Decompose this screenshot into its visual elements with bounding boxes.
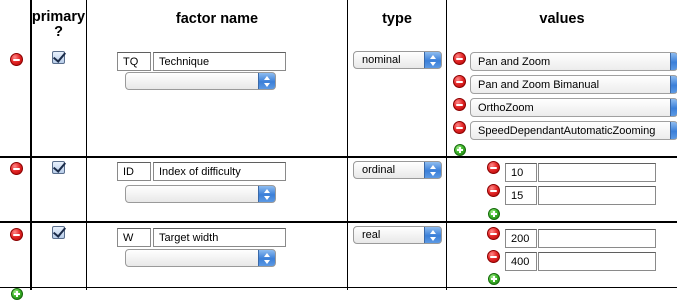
- primary-checkbox[interactable]: [52, 226, 65, 239]
- add-value-button[interactable]: [488, 208, 500, 220]
- header-primary-label: primary: [31, 9, 86, 25]
- add-value-button[interactable]: [454, 144, 466, 156]
- remove-value-button[interactable]: [487, 227, 500, 240]
- factor-parent-select[interactable]: [125, 185, 276, 203]
- factor-parent-select[interactable]: [125, 249, 276, 267]
- factor-name-field[interactable]: Technique: [153, 52, 286, 71]
- remove-value-button[interactable]: [487, 184, 500, 197]
- column-divider-type-right: [446, 0, 447, 290]
- header-type: type: [382, 11, 412, 27]
- value-select[interactable]: SpeedDependantAutomaticZooming: [470, 121, 677, 140]
- factor-code-field[interactable]: TQ: [117, 52, 151, 71]
- updown-arrows-icon: [670, 53, 677, 70]
- value-select[interactable]: OrthoZoom: [470, 98, 677, 117]
- value-select[interactable]: Pan and Zoom: [470, 52, 677, 71]
- add-factor-button[interactable]: [11, 288, 23, 300]
- type-select[interactable]: real: [353, 226, 442, 244]
- type-select-value: ordinal: [362, 164, 396, 176]
- updown-arrows-icon: [424, 52, 441, 68]
- type-select[interactable]: ordinal: [353, 161, 442, 179]
- value-select[interactable]: Pan and Zoom Bimanual: [470, 75, 677, 94]
- header-factor-name: factor name: [175, 11, 259, 27]
- factor-name-field[interactable]: Index of difficulty: [153, 162, 286, 181]
- row-divider-1: [0, 156, 677, 158]
- type-select[interactable]: nominal: [353, 51, 442, 69]
- value-label: SpeedDependantAutomaticZooming: [478, 125, 656, 137]
- value-extra-field[interactable]: [538, 186, 656, 205]
- header-primary-question: ?: [54, 24, 63, 40]
- column-divider-factor-right: [347, 0, 348, 290]
- updown-arrows-icon: [670, 76, 677, 93]
- row-divider-3: [0, 287, 677, 288]
- value-label: Pan and Zoom: [478, 56, 551, 68]
- value-extra-field[interactable]: [538, 163, 656, 182]
- remove-value-button[interactable]: [487, 250, 500, 263]
- factor-name-field[interactable]: Target width: [153, 228, 286, 247]
- updown-arrows-icon: [670, 122, 677, 139]
- primary-checkbox[interactable]: [52, 161, 65, 174]
- primary-checkbox[interactable]: [52, 51, 65, 64]
- type-select-value: nominal: [362, 54, 401, 66]
- factor-parent-select[interactable]: [125, 72, 276, 90]
- remove-factor-button[interactable]: [10, 53, 23, 66]
- updown-arrows-icon: [670, 99, 677, 116]
- header-primary: primary ?: [31, 10, 86, 40]
- value-field[interactable]: 200: [505, 229, 537, 248]
- add-value-button[interactable]: [488, 273, 500, 285]
- header-values: values: [539, 11, 585, 27]
- value-field[interactable]: 400: [505, 252, 537, 271]
- updown-arrows-icon: [424, 227, 441, 243]
- value-field[interactable]: 10: [505, 163, 537, 182]
- factor-code-field[interactable]: W: [117, 228, 151, 247]
- remove-factor-button[interactable]: [10, 162, 23, 175]
- type-select-value: real: [362, 229, 381, 241]
- remove-value-button[interactable]: [453, 98, 466, 111]
- value-extra-field[interactable]: [538, 229, 656, 248]
- remove-factor-button[interactable]: [10, 228, 23, 241]
- remove-value-button[interactable]: [487, 161, 500, 174]
- value-label: OrthoZoom: [478, 102, 534, 114]
- updown-arrows-icon: [258, 250, 275, 266]
- remove-value-button[interactable]: [453, 75, 466, 88]
- row-divider-2: [0, 221, 677, 223]
- updown-arrows-icon: [424, 162, 441, 178]
- value-label: Pan and Zoom Bimanual: [478, 79, 600, 91]
- remove-value-button[interactable]: [453, 121, 466, 134]
- updown-arrows-icon: [258, 186, 275, 202]
- factor-code-field[interactable]: ID: [117, 162, 151, 181]
- column-divider-primary-left: [30, 0, 32, 290]
- value-extra-field[interactable]: [538, 252, 656, 271]
- column-divider-primary-right: [86, 0, 87, 290]
- updown-arrows-icon: [258, 73, 275, 89]
- remove-value-button[interactable]: [453, 52, 466, 65]
- value-field[interactable]: 15: [505, 186, 537, 205]
